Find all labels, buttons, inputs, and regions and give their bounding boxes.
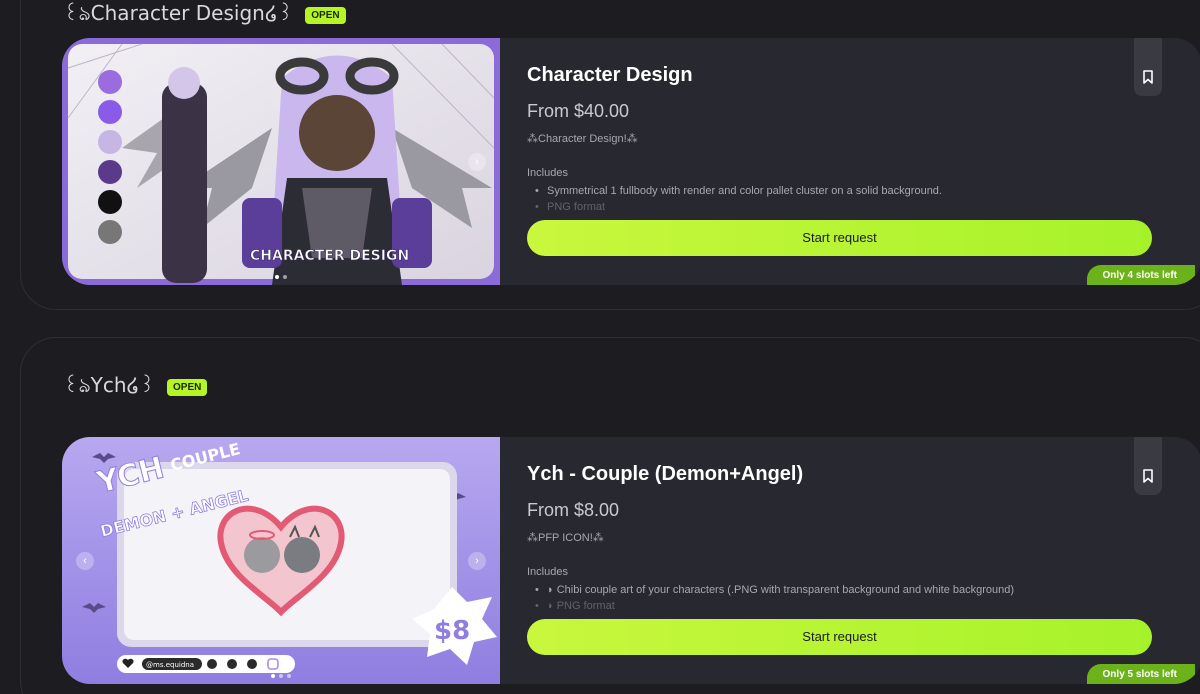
commission-image-carousel[interactable]: CHARACTER DESIGN › — [62, 38, 500, 285]
open-badge: OPEN — [167, 379, 208, 396]
commission-info: Ych - Couple (Demon+Angel) From $8.00 ⁂P… — [527, 463, 1157, 609]
carousel-dot[interactable] — [287, 674, 291, 678]
commission-image-carousel[interactable]: YCH COUPLE DEMON + ANGEL $8 @ms.equidna … — [62, 437, 500, 684]
bookmark-icon — [1143, 70, 1153, 84]
palette-swatch — [98, 220, 122, 244]
section-heading: ꒰ঌYch໒꒱ OPEN — [63, 371, 208, 404]
slots-remaining-badge: Only 4 slots left — [1086, 265, 1195, 285]
includes-heading: Includes — [527, 566, 568, 578]
image-caption: CHARACTER DESIGN — [250, 248, 409, 264]
color-palette — [98, 70, 122, 244]
start-request-button[interactable]: Start request — [527, 619, 1152, 655]
commission-tagline: ⁂PFP ICON!⁂ — [527, 532, 604, 544]
palette-swatch — [98, 70, 122, 94]
section-title: ꒰ঌCharacter Design໒꒱ — [63, 1, 294, 25]
bookmark-button[interactable] — [1134, 437, 1162, 495]
commission-title: Ych - Couple (Demon+Angel) — [527, 463, 804, 485]
palette-swatch — [98, 190, 122, 214]
carousel-dots — [275, 275, 287, 279]
section-heading: ꒰ঌCharacter Design໒꒱ OPEN — [63, 0, 346, 32]
commission-title: Character Design — [527, 64, 693, 86]
palette-swatch — [98, 160, 122, 184]
commission-section-ych: ꒰ঌYch໒꒱ OPEN YCH COUPLE DEMON + ANGEL $8… — [20, 337, 1200, 694]
commission-section-character-design: ꒰ঌCharacter Design໒꒱ OPEN CHARACTER DESI… — [20, 0, 1200, 310]
bookmark-icon — [1143, 469, 1153, 483]
commission-price: From $8.00 — [527, 500, 620, 520]
section-title: ꒰ঌYch໒꒱ — [63, 373, 155, 397]
includes-heading: Includes — [527, 167, 568, 179]
character-design-artwork: CHARACTER DESIGN — [62, 38, 500, 285]
commission-card: YCH COUPLE DEMON + ANGEL $8 @ms.equidna … — [62, 437, 1200, 684]
palette-swatch — [98, 100, 122, 124]
open-badge: OPEN — [305, 7, 346, 24]
ych-couple-artwork: YCH COUPLE DEMON + ANGEL $8 @ms.equidna — [62, 437, 500, 684]
carousel-dot[interactable] — [279, 674, 283, 678]
handle-text: @ms.equidna — [146, 661, 194, 669]
commission-card: CHARACTER DESIGN › Character Design From… — [62, 38, 1200, 285]
start-request-button[interactable]: Start request — [527, 220, 1152, 256]
includes-item: ◗ Chibi couple art of your characters (.… — [527, 582, 1157, 598]
carousel-dots — [271, 674, 291, 678]
carousel-prev-button[interactable]: ‹ — [76, 551, 94, 570]
includes-list: ◗ Chibi couple art of your characters (.… — [527, 582, 1157, 609]
carousel-dot[interactable] — [275, 275, 279, 279]
carousel-next-button[interactable]: › — [468, 551, 486, 570]
carousel-dot[interactable] — [271, 674, 275, 678]
commission-price: From $40.00 — [527, 101, 630, 121]
price-burst-text: $8 — [434, 616, 470, 646]
commission-tagline: ⁂Character Design!⁂ — [527, 133, 638, 145]
includes-list: Symmetrical 1 fullbody with render and c… — [527, 183, 1157, 210]
palette-swatch — [98, 130, 122, 154]
bookmark-button[interactable] — [1134, 38, 1162, 96]
commission-info: Character Design From $40.00 ⁂Character … — [527, 64, 1157, 210]
includes-item: ◗ PNG format — [527, 598, 1157, 609]
slots-remaining-badge: Only 5 slots left — [1086, 664, 1195, 684]
carousel-dot[interactable] — [283, 275, 287, 279]
includes-item: PNG format — [527, 199, 1157, 210]
includes-item: Symmetrical 1 fullbody with render and c… — [527, 183, 1157, 199]
carousel-next-button[interactable]: › — [468, 152, 486, 171]
